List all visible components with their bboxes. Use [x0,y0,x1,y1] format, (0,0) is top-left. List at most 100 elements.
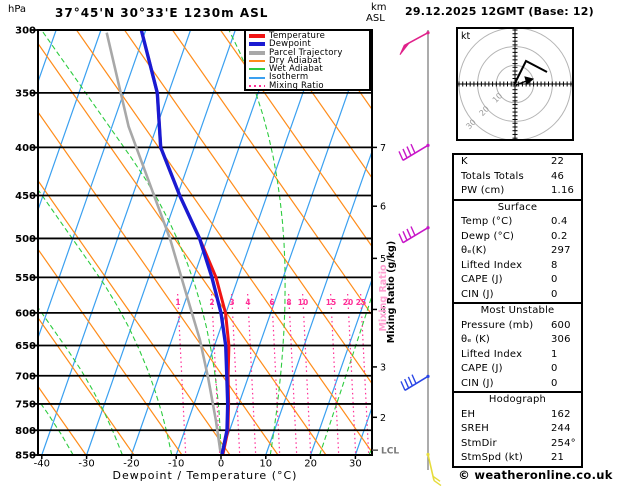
table-row: Lifted Index 1 [454,348,581,363]
table-row: CAPE (J) 0 [454,362,581,377]
table-row-value: 244 [551,423,571,434]
table-row-label: CAPE (J) [461,274,503,285]
table-row-value: 0 [551,274,558,285]
table-row-value: 1.16 [551,185,575,196]
table-row-label: CAPE (J) [461,363,503,374]
legend-item: Wet Adiabat [248,65,369,74]
table-row-label: SREH [461,423,489,434]
mixing-ratio-axis-label: Mixing Ratio (g/kg) [386,241,397,343]
table-row-value: 46 [551,170,565,182]
table-row-label: CIN (J) [461,288,494,300]
table-row-label: PW (cm) [461,185,505,196]
hodograph: 102030kt [457,28,573,140]
pressure-tick-label: 500 [15,234,36,245]
table-row-label: StmDir [461,437,497,449]
table-row-label: Temp (°C) [461,216,513,227]
table-group-title: Surface [497,201,538,213]
pressure-tick-label: 450 [15,191,36,202]
asl-unit-label: ASL [366,13,385,24]
table-row: SREH 244 [454,422,581,437]
table-row-value: 21 [551,452,565,463]
temp-tick-label: 20 [304,459,317,470]
table-row-value: 8 [551,259,558,271]
table-row-value: 254° [551,437,576,449]
pressure-tick-label: 750 [15,399,36,410]
pressure-tick-label: 300 [15,26,36,37]
pressure-tick-label: 800 [15,426,36,437]
table-row: StmDir 254° [454,437,581,452]
table-row-label: Dewp (°C) [461,230,515,242]
barb-tick [410,226,416,236]
table-row-value: 306 [551,334,571,345]
hodograph-unit-label: kt [461,31,471,42]
table-row-value: 0 [551,363,558,374]
barb-tick [404,378,410,389]
table-row: CIN (J) 0 [454,288,581,303]
svg-text:2: 2 [209,298,214,307]
svg-text:6: 6 [269,298,274,307]
barb-tick [406,228,412,239]
km-tick-label: 3 [380,362,386,373]
table-row: Pressure (mb) 600 [454,319,581,334]
svg-text:1: 1 [175,298,180,307]
svg-text:8: 8 [286,298,291,307]
table-row: CIN (J) 0 [454,377,581,392]
legend-item-label: Mixing Ratio [269,80,324,91]
legend-swatch-temperature [249,34,265,39]
svg-text:15: 15 [326,298,336,307]
table-row-label: Totals Totals [461,170,524,182]
barb-tick [400,381,406,391]
table-row: PW (cm) 1.16 [454,184,581,199]
table-row-value: 0 [551,288,558,300]
pressure-axis-labels: 300350400450500550600650700750800850 [15,26,38,462]
pressure-tick-label: 650 [15,341,36,352]
datetime-label: 29.12.2025 12GMT (Base: 12) [405,5,594,18]
km-tick-label: 6 [380,202,386,213]
temp-tick-label: 10 [259,459,272,470]
temp-tick-label: -10 [168,459,184,470]
wind-barb [398,143,430,162]
temp-tick-label: -30 [78,459,94,470]
table-group-title: Most Unstable [480,305,555,316]
barb-tick [411,374,417,384]
table-row: CAPE (J) 0 [454,273,581,288]
wind-barb [399,31,430,56]
temp-tick-label: 0 [218,459,224,470]
table-row: Lifted Index 8 [454,259,581,274]
km-tick-label: 2 [380,413,386,424]
table-row-value: 297 [551,245,571,256]
table-row-label: StmSpd (kt) [461,452,523,463]
table-row-label: K [461,156,468,167]
pressure-tick-label: 550 [15,273,36,284]
lcl-label: LCL [381,447,399,457]
pressure-tick-label: 600 [15,308,36,319]
station-title: 37°45'N 30°33'E 1230m ASL [55,6,269,20]
table-row: θₑ(K) 297 [454,244,581,259]
table-row-label: Lifted Index [461,348,523,360]
table-row-value: 0.2 [551,230,568,242]
legend-item: Mixing Ratio [248,80,369,91]
table-row-label: Lifted Index [461,259,523,271]
svg-text:10: 10 [298,298,308,307]
table-row-label: θₑ(K) [461,245,487,256]
svg-text:4: 4 [245,298,250,307]
km-unit-label: km [371,2,387,13]
wind-barb [398,226,430,244]
legend-swatch-dry-adiabat [249,60,265,63]
table-row-value: 162 [551,408,571,420]
table-row: Temp (°C) 0.4 [454,215,581,230]
legend-swatch-mixing-ratio [249,84,265,87]
table-row: Dewp (°C) 0.2 [454,230,581,245]
barb-tick [410,143,416,154]
table-group: Surface Temp (°C) 0.4 Dewp (°C) 0.2 θₑ(K) 297 L… [454,198,581,303]
legend-swatch-wet-adiabat [249,68,265,71]
barb-tick [402,148,408,159]
temp-tick-label: -40 [34,459,50,470]
table-row-label: θₑ (K) [461,334,491,345]
barb-tick [406,146,412,156]
pressure-tick-label: 350 [15,88,36,99]
table-row-label: EH [461,408,476,420]
parcel-trajectory-curve [105,32,222,452]
table-row: K 22 [454,155,581,170]
table-row: θₑ (K) 306 [454,333,581,348]
